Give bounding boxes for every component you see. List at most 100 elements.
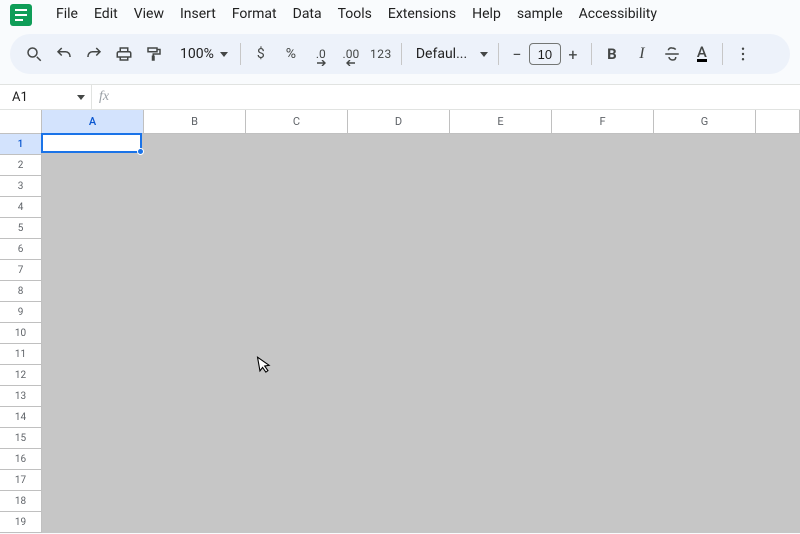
- cell[interactable]: [144, 491, 246, 512]
- menu-insert[interactable]: Insert: [172, 3, 224, 25]
- cell[interactable]: [246, 239, 348, 260]
- cell[interactable]: [756, 386, 800, 407]
- sheets-logo-icon[interactable]: [10, 4, 32, 26]
- cell[interactable]: [144, 176, 246, 197]
- cell[interactable]: [42, 302, 144, 323]
- cell[interactable]: [756, 239, 800, 260]
- cell[interactable]: [144, 218, 246, 239]
- cell[interactable]: [654, 449, 756, 470]
- cell[interactable]: [450, 197, 552, 218]
- cell[interactable]: [144, 281, 246, 302]
- row-header-16[interactable]: 16: [0, 449, 42, 470]
- row-header-3[interactable]: 3: [0, 176, 42, 197]
- cell[interactable]: [756, 491, 800, 512]
- cell[interactable]: [552, 134, 654, 155]
- cell[interactable]: [654, 344, 756, 365]
- column-header-C[interactable]: C: [246, 110, 348, 134]
- cell[interactable]: [144, 449, 246, 470]
- cell[interactable]: [654, 428, 756, 449]
- row-header-15[interactable]: 15: [0, 428, 42, 449]
- cell[interactable]: [654, 512, 756, 533]
- cell[interactable]: [348, 218, 450, 239]
- cell[interactable]: [246, 365, 348, 386]
- cell[interactable]: [756, 302, 800, 323]
- cell[interactable]: [246, 323, 348, 344]
- cell[interactable]: [756, 512, 800, 533]
- italic-button[interactable]: I: [628, 40, 656, 68]
- cell[interactable]: [654, 197, 756, 218]
- select-all-corner[interactable]: [0, 110, 42, 134]
- cell[interactable]: [552, 407, 654, 428]
- cell[interactable]: [552, 449, 654, 470]
- cell[interactable]: [756, 176, 800, 197]
- font-size-input[interactable]: [529, 43, 561, 65]
- cell[interactable]: [756, 281, 800, 302]
- cell[interactable]: [348, 449, 450, 470]
- cell[interactable]: [450, 218, 552, 239]
- cell[interactable]: [144, 323, 246, 344]
- row-header-4[interactable]: 4: [0, 197, 42, 218]
- paint-format-button[interactable]: [140, 40, 168, 68]
- cell[interactable]: [144, 344, 246, 365]
- cell[interactable]: [756, 218, 800, 239]
- cell[interactable]: [246, 470, 348, 491]
- cell[interactable]: [144, 134, 246, 155]
- cell[interactable]: [246, 176, 348, 197]
- cell[interactable]: [348, 344, 450, 365]
- cell[interactable]: [654, 470, 756, 491]
- cell[interactable]: [654, 155, 756, 176]
- cell[interactable]: [348, 239, 450, 260]
- cell[interactable]: [552, 239, 654, 260]
- cell[interactable]: [42, 176, 144, 197]
- cell[interactable]: [246, 218, 348, 239]
- cell[interactable]: [654, 176, 756, 197]
- cell[interactable]: [756, 344, 800, 365]
- cell[interactable]: [654, 491, 756, 512]
- format-percent-button[interactable]: %: [277, 40, 305, 68]
- column-header-extra[interactable]: [756, 110, 800, 134]
- cell[interactable]: [348, 155, 450, 176]
- column-header-B[interactable]: B: [144, 110, 246, 134]
- bold-button[interactable]: B: [598, 40, 626, 68]
- column-header-F[interactable]: F: [552, 110, 654, 134]
- cell[interactable]: [450, 449, 552, 470]
- cell[interactable]: [552, 470, 654, 491]
- spreadsheet-grid[interactable]: ABCDEFG 12345678910111213141516171819: [0, 110, 800, 533]
- zoom-select[interactable]: 100%: [170, 40, 234, 68]
- cell[interactable]: [654, 323, 756, 344]
- cell[interactable]: [756, 197, 800, 218]
- cell[interactable]: [42, 155, 144, 176]
- cell[interactable]: [246, 281, 348, 302]
- cell[interactable]: [144, 512, 246, 533]
- cell[interactable]: [552, 302, 654, 323]
- cell[interactable]: [756, 428, 800, 449]
- cell[interactable]: [756, 470, 800, 491]
- cell[interactable]: [246, 134, 348, 155]
- row-header-12[interactable]: 12: [0, 365, 42, 386]
- cell[interactable]: [144, 386, 246, 407]
- cell[interactable]: [450, 302, 552, 323]
- cell[interactable]: [450, 428, 552, 449]
- redo-button[interactable]: [80, 40, 108, 68]
- cell[interactable]: [42, 386, 144, 407]
- more-toolbar-button[interactable]: [729, 40, 757, 68]
- row-header-1[interactable]: 1: [0, 134, 42, 155]
- cell[interactable]: [450, 344, 552, 365]
- cell[interactable]: [654, 134, 756, 155]
- menu-tools[interactable]: Tools: [330, 3, 380, 25]
- cell[interactable]: [654, 302, 756, 323]
- cell[interactable]: [552, 512, 654, 533]
- search-menus-button[interactable]: [20, 40, 48, 68]
- cell[interactable]: [42, 470, 144, 491]
- cell[interactable]: [450, 365, 552, 386]
- row-header-8[interactable]: 8: [0, 281, 42, 302]
- cell[interactable]: [348, 176, 450, 197]
- column-header-E[interactable]: E: [450, 110, 552, 134]
- menu-format[interactable]: Format: [224, 3, 285, 25]
- menu-extensions[interactable]: Extensions: [380, 3, 464, 25]
- cell[interactable]: [552, 365, 654, 386]
- cell[interactable]: [552, 218, 654, 239]
- cell[interactable]: [42, 281, 144, 302]
- cell[interactable]: [756, 134, 800, 155]
- cell[interactable]: [756, 407, 800, 428]
